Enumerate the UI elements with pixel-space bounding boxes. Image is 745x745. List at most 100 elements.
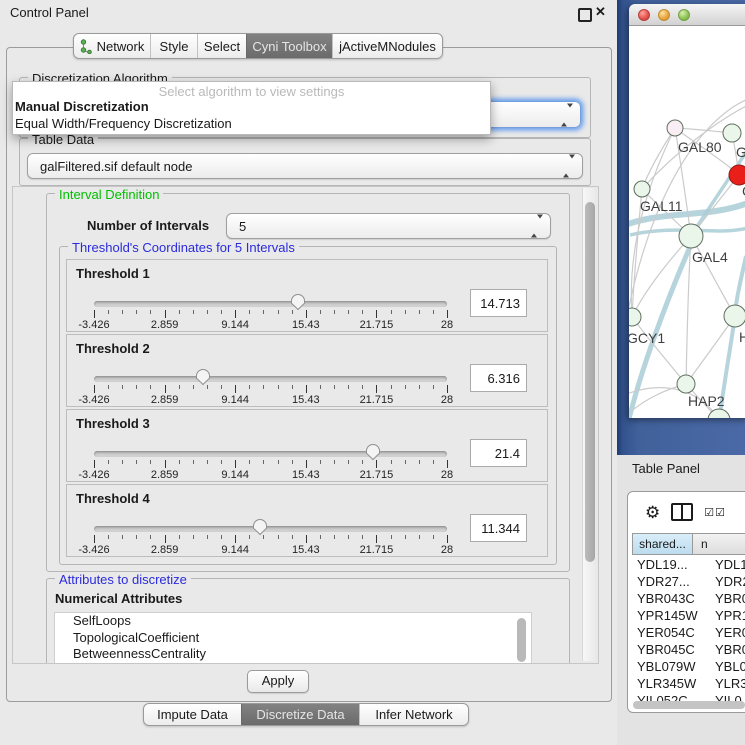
tab-infer-network[interactable]: Infer Network [359,704,468,725]
tick-mark [405,385,406,389]
table-panel-window: ⚙ ☑☑ shared...n YDL19...YDL1YDR27...YDR2… [627,491,745,713]
tick-mark [263,460,264,464]
numerical-attributes-label: Numerical Attributes [55,591,182,606]
network-node-gal4[interactable] [679,224,703,248]
tick-mark [136,460,137,464]
attribute-item-selfloops[interactable]: SelfLoops [55,613,531,630]
tab-label: jActiveMNodules [339,39,436,54]
dropdown-option-manual-discretization[interactable]: Manual Discretization [13,99,490,116]
group-title: Threshold's Coordinates for 5 Intervals [68,240,299,255]
tick-mark [165,460,166,468]
table-row[interactable]: YBR045CYBR0 [632,641,745,658]
tick-mark [405,535,406,539]
table-row[interactable]: YLR345WYLR3 [632,675,745,692]
tick-mark [221,310,222,314]
tab-jactivemnodules[interactable]: jActiveMNodules [332,34,442,58]
column-header-n[interactable]: n [693,533,745,555]
table-row[interactable]: YDL19...YDL1 [632,556,745,573]
network-node-gal80[interactable] [667,120,683,136]
network-node-c[interactable] [729,165,745,185]
table-row[interactable]: YBL079WYBL0 [632,658,745,675]
network-window-titlebar [629,4,745,26]
tick-mark [447,460,448,468]
cell-shared-name: YBR043C [632,591,709,606]
table-row[interactable]: YIL052CYIL0 [632,692,745,701]
threshold-value-field[interactable]: 11.344 [470,514,527,542]
tick-mark [405,310,406,314]
network-node-hap2[interactable] [677,375,695,393]
attribute-item-topologicalcoefficient[interactable]: TopologicalCoefficient [55,630,531,647]
slider-track[interactable] [94,451,447,457]
tick-mark [278,535,279,539]
slider-handle[interactable] [365,443,381,461]
network-node-gcy1[interactable] [629,308,641,326]
minimize-traffic-light-icon[interactable] [658,9,670,21]
network-node-gal11[interactable] [634,181,650,197]
table-row[interactable]: YBR043CYBR0 [632,590,745,607]
table-row[interactable]: YER054CYER0 [632,624,745,641]
threshold-panel: Threshold 2-3.4262.8599.14415.4321.71528… [66,334,548,407]
cell-shared-name: YDL19... [632,557,709,572]
gear-icon[interactable]: ⚙ [645,504,660,521]
table-data-combobox[interactable]: galFiltered.sif default node [27,153,583,179]
tab-select[interactable]: Select [197,34,246,58]
column-header-shared-[interactable]: shared... [632,533,693,555]
cell-name: YIL0 [709,693,742,701]
slider-track[interactable] [94,301,447,307]
tick-mark [249,535,250,539]
threshold-value-field[interactable]: 21.4 [470,439,527,467]
threshold-value-field[interactable]: 6.316 [470,364,527,392]
dropdown-option-equal-width-frequency-discretization[interactable]: Equal Width/Frequency Discretization [13,116,490,133]
intervals-combobox[interactable]: 5 [226,213,551,239]
slider-track[interactable] [94,526,447,532]
tab-cyni-toolbox[interactable]: Cyni Toolbox [246,34,332,58]
tick-mark [419,535,420,539]
tab-style[interactable]: Style [150,34,197,58]
select-columns-icon[interactable]: ☑☑ [704,506,726,519]
dropdown-hint: Select algorithm to view settings [13,82,490,99]
tick-mark [362,310,363,314]
tick-mark [306,385,307,393]
table-row[interactable]: YDR27...YDR2 [632,573,745,590]
tick-mark [376,385,377,393]
group-title: Interval Definition [55,187,163,202]
tick-mark [150,310,151,314]
tick-mark [348,460,349,464]
table-rows: YDL19...YDL1YDR27...YDR2YBR043CYBR0YPR14… [632,556,745,701]
close-traffic-light-icon[interactable] [638,9,650,21]
tab-discretize-data[interactable]: Discretize Data [241,704,359,725]
slider-handle[interactable] [195,368,211,386]
scrollbar-thumb[interactable] [633,701,745,709]
tab-network[interactable]: Network [74,34,150,58]
close-icon[interactable]: ✕ [595,4,606,20]
apply-button[interactable]: Apply [247,670,309,693]
zoom-traffic-light-icon[interactable] [678,9,690,21]
list-scrollbar-thumb[interactable] [517,618,526,662]
vertical-scrollbar[interactable] [582,188,597,661]
tick-mark [433,460,434,464]
network-node[interactable] [708,409,730,418]
threshold-value-field[interactable]: 14.713 [470,289,527,317]
stepper-icon [561,107,573,122]
tick-mark [391,310,392,314]
slider-handle[interactable] [290,293,306,311]
tick-mark [122,460,123,464]
scrollbar-thumb[interactable] [585,202,595,562]
network-node-ga[interactable] [723,124,741,142]
table-row[interactable]: YPR145WYPR1 [632,607,745,624]
horizontal-scrollbar[interactable] [633,701,745,709]
tick-label: 9.144 [221,394,249,406]
tick-mark [362,385,363,389]
network-edge[interactable] [632,236,691,317]
tick-mark [306,460,307,468]
float-window-icon[interactable] [578,8,592,22]
network-edge[interactable] [691,236,735,316]
network-canvas[interactable]: GAL80GACGAL11GAL4GCY1HHAP2 [629,26,745,418]
slider-track[interactable] [94,376,447,382]
network-node-h[interactable] [724,305,745,327]
cell-name: YBR0 [709,642,745,657]
attribute-item-betweennesscentrality[interactable]: BetweennessCentrality [55,646,531,663]
split-view-icon[interactable] [671,503,693,521]
tab-impute-data[interactable]: Impute Data [144,704,241,725]
slider-handle[interactable] [252,518,268,536]
